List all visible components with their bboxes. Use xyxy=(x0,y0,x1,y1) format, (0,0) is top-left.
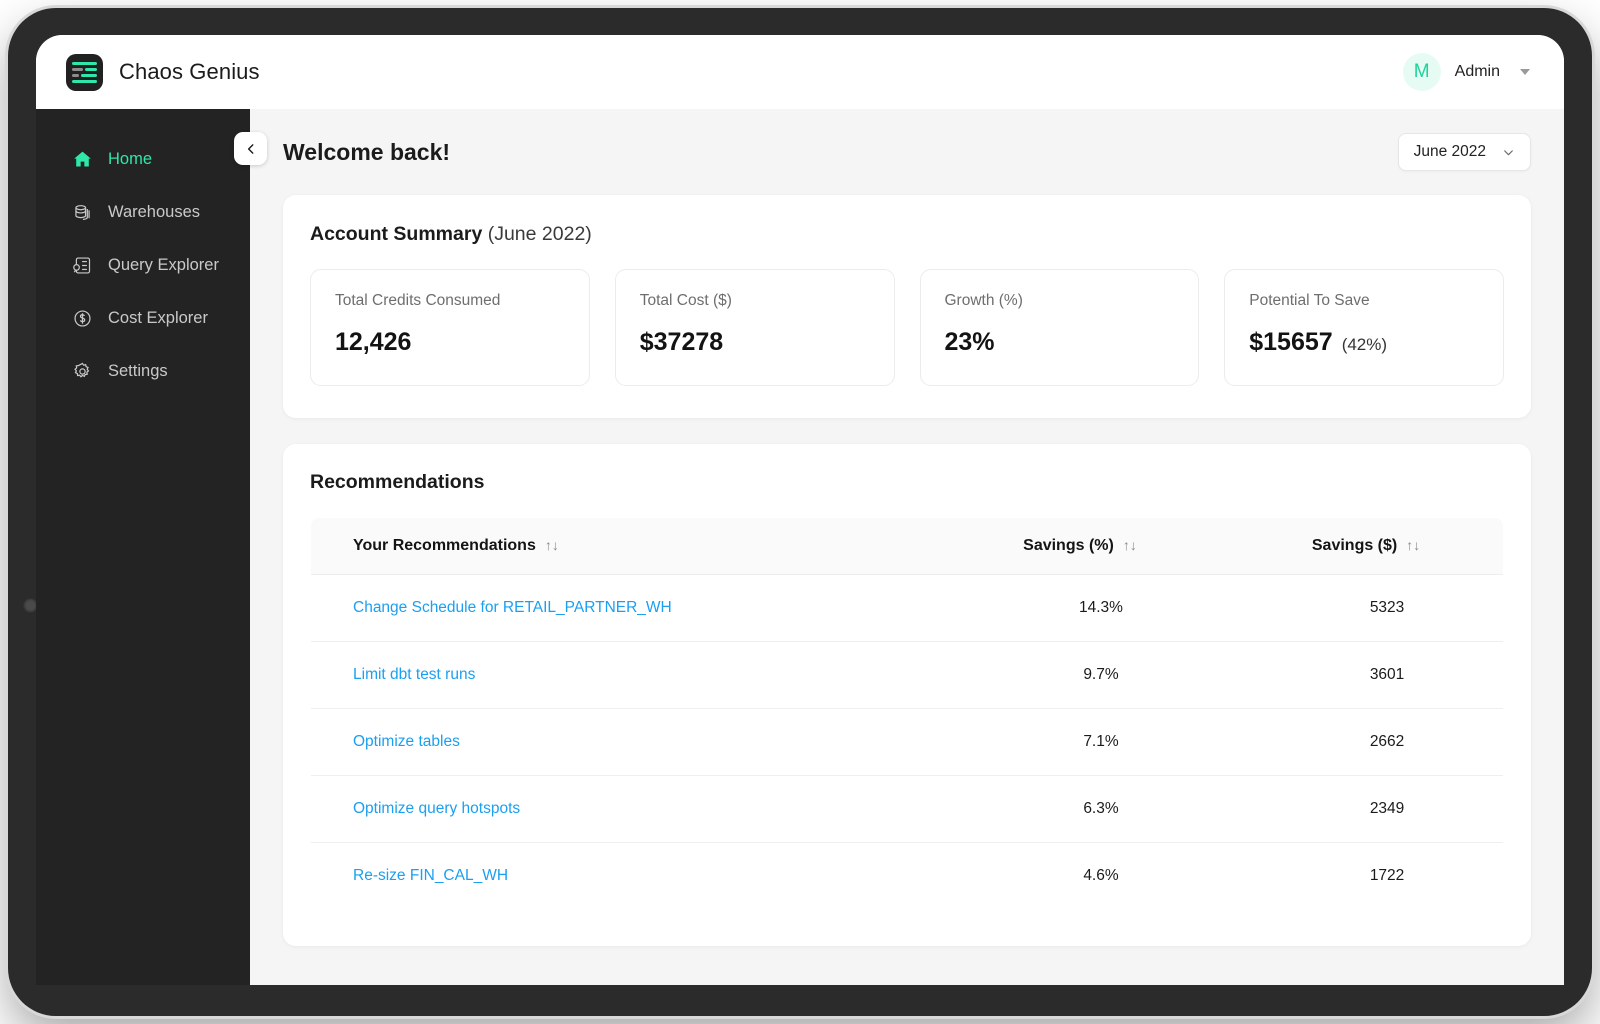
chaos-genius-logo-icon xyxy=(66,54,103,91)
stat-value: $15657 (42%) xyxy=(1249,328,1479,357)
recommendation-name-cell: Limit dbt test runs xyxy=(311,642,931,709)
gear-icon xyxy=(72,361,93,382)
main-content: Welcome back! June 2022 Account Summary xyxy=(250,109,1564,985)
avatar-initial: M xyxy=(1414,61,1430,83)
stat-value-number: 12,426 xyxy=(335,328,411,356)
sidebar-item-label: Settings xyxy=(108,362,168,381)
account-summary-title-text: Account Summary xyxy=(310,223,482,245)
sort-icon[interactable]: ↑↓ xyxy=(1406,537,1420,553)
stat-value-number: $37278 xyxy=(640,328,723,356)
sidebar-collapse-button[interactable] xyxy=(234,132,267,165)
recommendation-name-cell: Optimize query hotspots xyxy=(311,776,931,843)
column-header-savings-usd[interactable]: Savings ($) ↑↓ xyxy=(1229,518,1503,575)
column-label: Savings ($) xyxy=(1312,537,1397,554)
stat-label: Potential To Save xyxy=(1249,292,1479,310)
savings-pct-cell: 6.3% xyxy=(931,776,1229,843)
stat-value-number: 23% xyxy=(945,328,995,356)
table-row: Change Schedule for RETAIL_PARTNER_WH 14… xyxy=(311,575,1504,642)
user-name: Admin xyxy=(1455,63,1500,81)
user-menu[interactable]: M Admin xyxy=(1403,53,1530,91)
account-summary-period: (June 2022) xyxy=(488,223,592,245)
recommendation-name-cell: Change Schedule for RETAIL_PARTNER_WH xyxy=(311,575,931,642)
stat-value: 23% xyxy=(945,328,1175,357)
recommendation-link[interactable]: Limit dbt test runs xyxy=(353,666,475,683)
recommendation-link[interactable]: Change Schedule for RETAIL_PARTNER_WH xyxy=(353,599,672,616)
screenshot-root: Chaos Genius M Admin Home xyxy=(0,0,1600,1024)
table-row: Re-size FIN_CAL_WH 4.6% 1722 xyxy=(311,843,1504,910)
stat-label: Total Credits Consumed xyxy=(335,292,565,310)
sidebar-item-settings[interactable]: Settings xyxy=(36,345,250,398)
recommendation-link[interactable]: Re-size FIN_CAL_WH xyxy=(353,867,508,884)
savings-usd-cell: 2662 xyxy=(1229,709,1503,776)
column-header-savings-pct[interactable]: Savings (%) ↑↓ xyxy=(931,518,1229,575)
stat-label: Total Cost ($) xyxy=(640,292,870,310)
period-selector-value: June 2022 xyxy=(1414,143,1486,161)
savings-usd-cell: 2349 xyxy=(1229,776,1503,843)
column-label: Your Recommendations xyxy=(353,537,536,554)
recommendation-link[interactable]: Optimize query hotspots xyxy=(353,800,520,817)
savings-pct-cell: 4.6% xyxy=(931,843,1229,910)
brand[interactable]: Chaos Genius xyxy=(66,54,260,91)
avatar: M xyxy=(1403,53,1441,91)
dollar-circle-icon xyxy=(72,308,93,329)
sidebar-item-label: Home xyxy=(108,150,152,169)
sidebar-item-home[interactable]: Home xyxy=(36,133,250,186)
chevron-left-icon xyxy=(244,142,258,156)
column-header-recommendations[interactable]: Your Recommendations ↑↓ xyxy=(311,518,931,575)
home-icon xyxy=(72,149,93,170)
sidebar-item-query-explorer[interactable]: Query Explorer xyxy=(36,239,250,292)
chevron-down-icon xyxy=(1502,146,1515,159)
query-search-icon xyxy=(72,255,93,276)
tablet-device-frame: Chaos Genius M Admin Home xyxy=(8,8,1592,1016)
savings-pct-cell: 7.1% xyxy=(931,709,1229,776)
stat-value-number: $15657 xyxy=(1249,328,1332,356)
stat-value: $37278 xyxy=(640,328,870,357)
sidebar: Home Warehouses xyxy=(36,109,250,985)
table-row: Optimize tables 7.1% 2662 xyxy=(311,709,1504,776)
savings-usd-cell: 5323 xyxy=(1229,575,1503,642)
sidebar-item-cost-explorer[interactable]: Cost Explorer xyxy=(36,292,250,345)
recommendations-table: Your Recommendations ↑↓ Savings (%) ↑↓ Sav… xyxy=(310,517,1504,910)
recommendation-name-cell: Optimize tables xyxy=(311,709,931,776)
stat-card-total-credits: Total Credits Consumed 12,426 xyxy=(310,269,590,386)
column-label: Savings (%) xyxy=(1023,537,1114,554)
sidebar-item-label: Cost Explorer xyxy=(108,309,208,328)
recommendation-link[interactable]: Optimize tables xyxy=(353,733,460,750)
app-screen: Chaos Genius M Admin Home xyxy=(36,35,1564,985)
recommendations-card: Recommendations Your Recommendations ↑↓ S… xyxy=(283,444,1531,946)
period-selector[interactable]: June 2022 xyxy=(1398,133,1531,171)
sidebar-item-label: Warehouses xyxy=(108,203,200,222)
page-header: Welcome back! June 2022 xyxy=(283,109,1531,195)
recommendations-title: Recommendations xyxy=(310,471,1504,494)
savings-pct-cell: 9.7% xyxy=(931,642,1229,709)
sidebar-item-warehouses[interactable]: Warehouses xyxy=(36,186,250,239)
page-title: Welcome back! xyxy=(283,139,450,166)
stat-card-total-cost: Total Cost ($) $37278 xyxy=(615,269,895,386)
account-summary-card: Account Summary (June 2022) Total Credit… xyxy=(283,195,1531,418)
table-header-row: Your Recommendations ↑↓ Savings (%) ↑↓ Sav… xyxy=(311,518,1504,575)
chevron-down-icon[interactable] xyxy=(1520,69,1530,75)
app-header: Chaos Genius M Admin xyxy=(36,35,1564,109)
stat-value: 12,426 xyxy=(335,328,565,357)
table-row: Limit dbt test runs 9.7% 3601 xyxy=(311,642,1504,709)
recommendation-name-cell: Re-size FIN_CAL_WH xyxy=(311,843,931,910)
database-stack-icon xyxy=(72,202,93,223)
sidebar-item-label: Query Explorer xyxy=(108,256,219,275)
stat-grid: Total Credits Consumed 12,426 Total Cost… xyxy=(310,269,1504,386)
stat-value-sub: (42%) xyxy=(1342,335,1387,354)
savings-usd-cell: 1722 xyxy=(1229,843,1503,910)
table-row: Optimize query hotspots 6.3% 2349 xyxy=(311,776,1504,843)
account-summary-title: Account Summary (June 2022) xyxy=(310,223,1504,246)
stat-label: Growth (%) xyxy=(945,292,1175,310)
sort-icon[interactable]: ↑↓ xyxy=(545,537,559,553)
savings-pct-cell: 14.3% xyxy=(931,575,1229,642)
savings-usd-cell: 3601 xyxy=(1229,642,1503,709)
sort-icon[interactable]: ↑↓ xyxy=(1123,537,1137,553)
stat-card-potential-to-save: Potential To Save $15657 (42%) xyxy=(1224,269,1504,386)
brand-name: Chaos Genius xyxy=(119,59,260,85)
stat-card-growth: Growth (%) 23% xyxy=(920,269,1200,386)
